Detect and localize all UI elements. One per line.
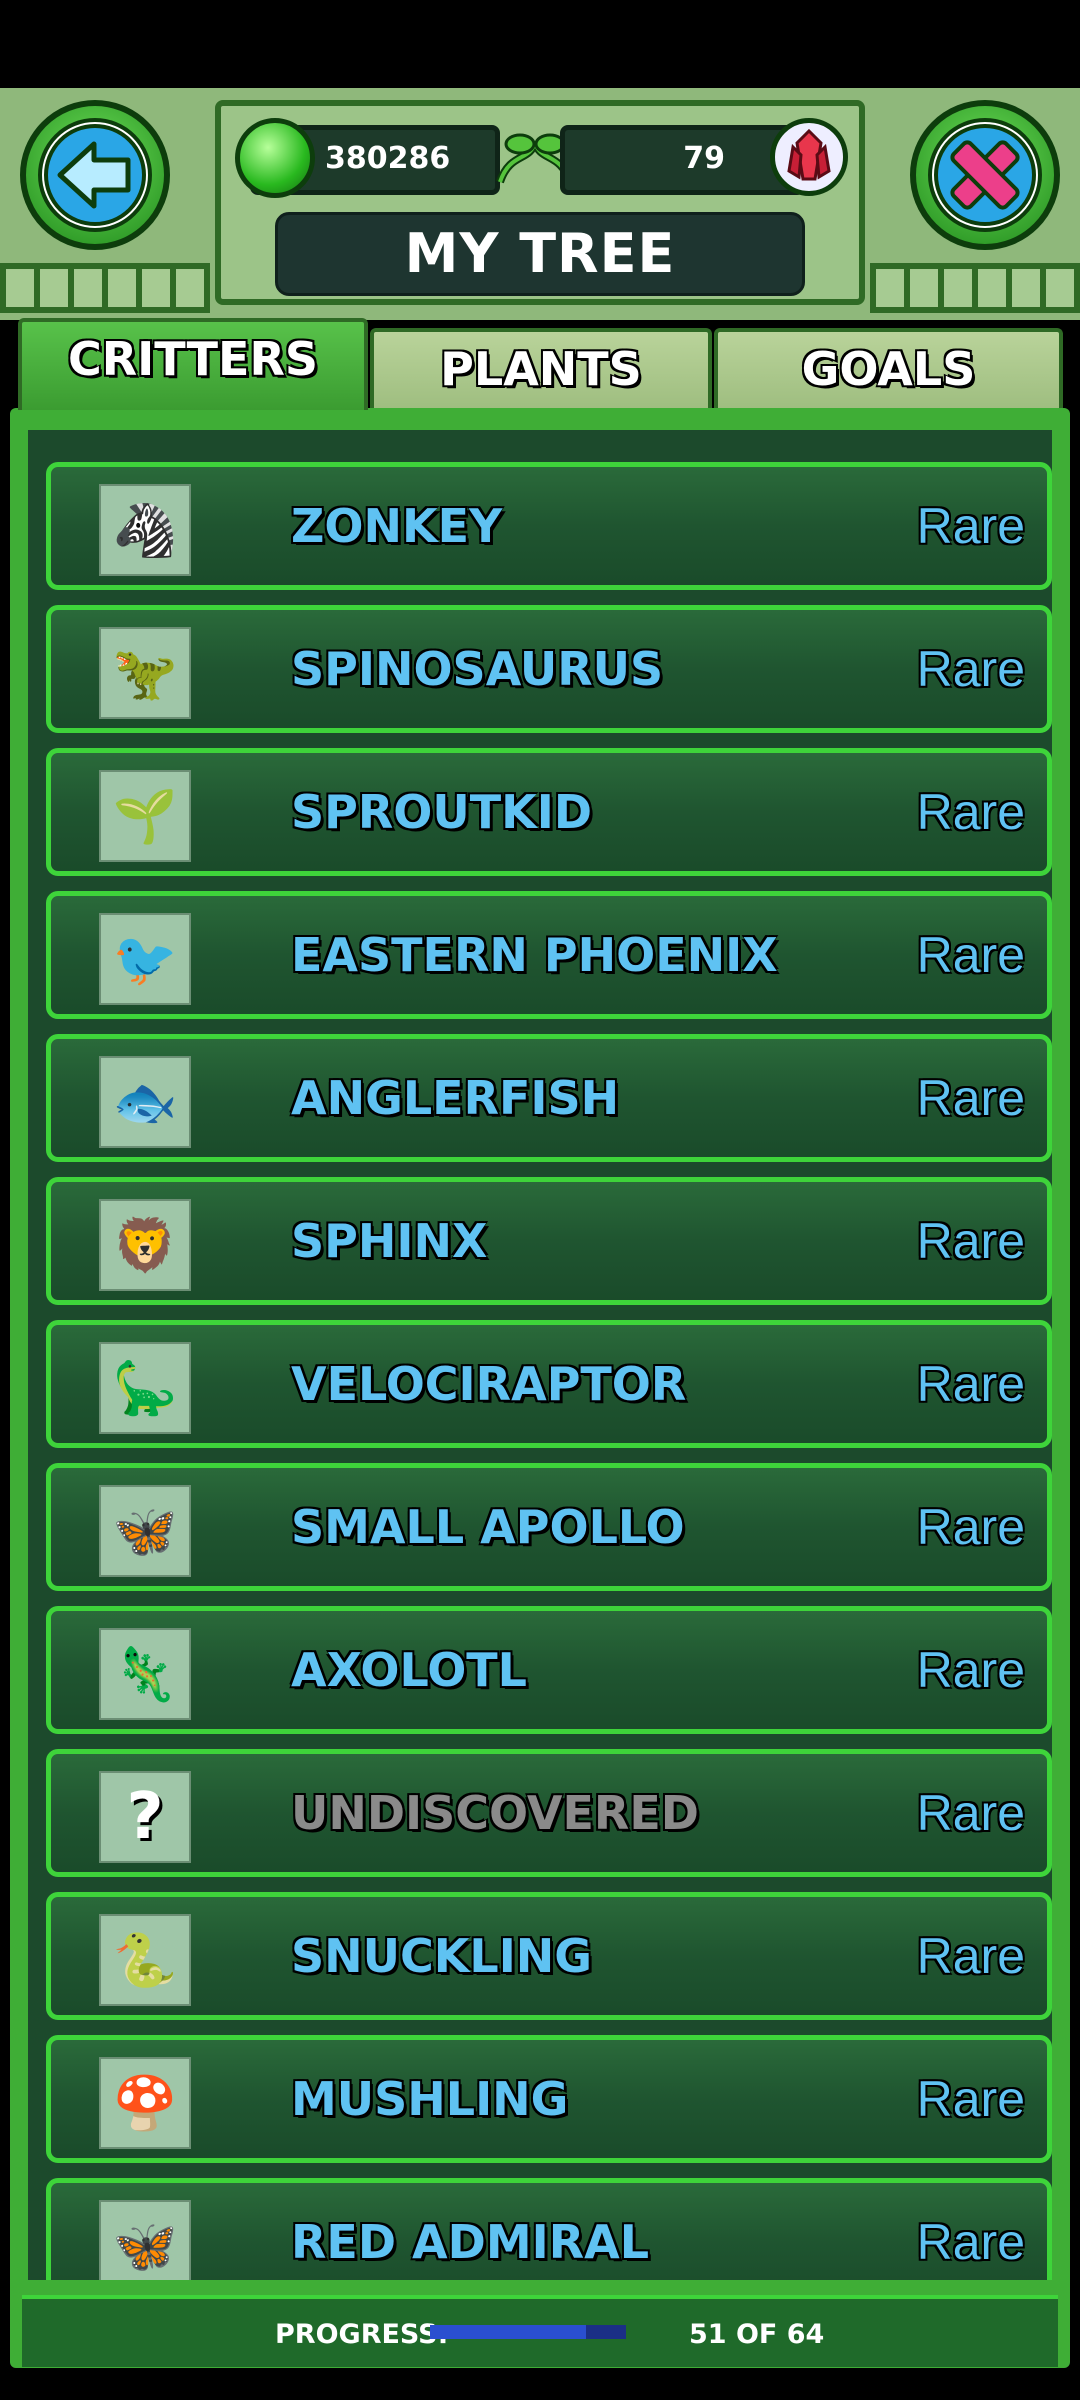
close-button[interactable] — [910, 100, 1060, 250]
velociraptor-icon: 🦕 — [99, 1342, 191, 1434]
tab-goals[interactable]: GOALS — [714, 328, 1063, 408]
critter-rarity: Rare — [916, 1070, 1025, 1126]
progress-fill — [430, 2325, 587, 2339]
sphinx-icon: 🦁 — [99, 1199, 191, 1291]
gem-count: 380286 — [325, 141, 451, 176]
critter-row[interactable]: 🍄 MUSHLING Rare — [46, 2035, 1052, 2163]
critter-rarity: Rare — [916, 1213, 1025, 1269]
tab-plants[interactable]: PLANTS — [370, 328, 712, 408]
critter-name: RED ADMIRAL — [291, 2215, 650, 2269]
critter-list[interactable]: 🦓 ZONKEY Rare 🦖 SPINOSAURUS Rare 🌱 SPROU… — [28, 430, 1052, 2280]
critter-row[interactable]: 🦕 VELOCIRAPTOR Rare — [46, 1320, 1052, 1448]
zonkey-icon: 🦓 — [99, 484, 191, 576]
critter-name: SPROUTKID — [291, 785, 593, 839]
critter-rarity: Rare — [916, 1928, 1025, 1984]
critter-rarity: Rare — [916, 641, 1025, 697]
critter-rarity: Rare — [916, 784, 1025, 840]
critter-list-frame: 🦓 ZONKEY Rare 🦖 SPINOSAURUS Rare 🌱 SPROU… — [10, 408, 1070, 2368]
progress-bar-section: PROGRESS: 51 OF 64 — [22, 2295, 1058, 2367]
critter-row[interactable]: 🐦 EASTERN PHOENIX Rare — [46, 891, 1052, 1019]
close-button-face — [928, 118, 1042, 232]
crystal-count: 79 — [683, 141, 725, 176]
critter-name: VELOCIRAPTOR — [291, 1357, 687, 1411]
mushroom-icon: 🍄 — [99, 2057, 191, 2149]
critter-name: AXOLOTL — [291, 1643, 527, 1697]
back-button-face — [38, 118, 152, 232]
critter-rarity: Rare — [916, 1356, 1025, 1412]
critter-name: SNUCKLING — [291, 1929, 593, 1983]
critter-row[interactable]: ? UNDISCOVERED Rare — [46, 1749, 1052, 1877]
green-gem-icon — [235, 118, 315, 198]
back-button[interactable] — [20, 100, 170, 250]
spinosaurus-icon: 🦖 — [99, 627, 191, 719]
sproutkid-icon: 🌱 — [99, 770, 191, 862]
status-bar — [0, 0, 1080, 88]
critter-name: SPINOSAURUS — [291, 642, 664, 696]
progress-count: 51 OF 64 — [689, 2319, 825, 2350]
progress-track — [430, 2325, 626, 2339]
critter-rarity: Rare — [916, 498, 1025, 554]
critter-row[interactable]: 🦖 SPINOSAURUS Rare — [46, 605, 1052, 733]
critter-rarity: Rare — [916, 1499, 1025, 1555]
critter-row[interactable]: 🦋 SMALL APOLLO Rare — [46, 1463, 1052, 1591]
critter-row[interactable]: 🦓 ZONKEY Rare — [46, 462, 1052, 590]
critter-name: SPHINX — [291, 1214, 488, 1268]
snuckling-icon: 🐍 — [99, 1914, 191, 2006]
anglerfish-icon: 🐟 — [99, 1056, 191, 1148]
critter-name: EASTERN PHOENIX — [291, 928, 778, 982]
trellis-left — [0, 263, 210, 313]
critter-name: UNDISCOVERED — [291, 1786, 699, 1840]
red-crystal-icon — [770, 118, 848, 196]
back-arrow-icon — [44, 124, 146, 226]
critter-name: ANGLERFISH — [291, 1071, 620, 1125]
phoenix-icon: 🐦 — [99, 913, 191, 1005]
critter-row[interactable]: 🦁 SPHINX Rare — [46, 1177, 1052, 1305]
critter-row[interactable]: 🐟 ANGLERFISH Rare — [46, 1034, 1052, 1162]
close-icon — [934, 124, 1036, 226]
crystal-counter: 79 — [560, 125, 805, 195]
critter-rarity: Rare — [916, 2071, 1025, 2127]
critter-rarity: Rare — [916, 1642, 1025, 1698]
butterfly-icon: 🦋 — [99, 1485, 191, 1577]
axolotl-icon: 🦎 — [99, 1628, 191, 1720]
question-mark-icon: ? — [99, 1771, 191, 1863]
critter-name: ZONKEY — [291, 499, 503, 553]
progress-label: PROGRESS: — [275, 2319, 449, 2350]
critter-name: SMALL APOLLO — [291, 1500, 685, 1554]
critter-rarity: Rare — [916, 2214, 1025, 2270]
tab-critters[interactable]: CRITTERS — [18, 318, 368, 410]
critter-row[interactable]: 🦋 RED ADMIRAL Rare — [46, 2178, 1052, 2280]
crystal-shape — [787, 128, 831, 181]
trellis-right — [870, 263, 1080, 313]
tab-bar: CRITTERS PLANTS GOALS — [18, 318, 1063, 410]
critter-name: MUSHLING — [291, 2072, 569, 2126]
red-admiral-icon: 🦋 — [99, 2200, 191, 2280]
critter-rarity: Rare — [916, 1785, 1025, 1841]
page-title: MY TREE — [275, 212, 805, 296]
critter-row[interactable]: 🐍 SNUCKLING Rare — [46, 1892, 1052, 2020]
critter-row[interactable]: 🦎 AXOLOTL Rare — [46, 1606, 1052, 1734]
critter-row[interactable]: 🌱 SPROUTKID Rare — [46, 748, 1052, 876]
critter-rarity: Rare — [916, 927, 1025, 983]
